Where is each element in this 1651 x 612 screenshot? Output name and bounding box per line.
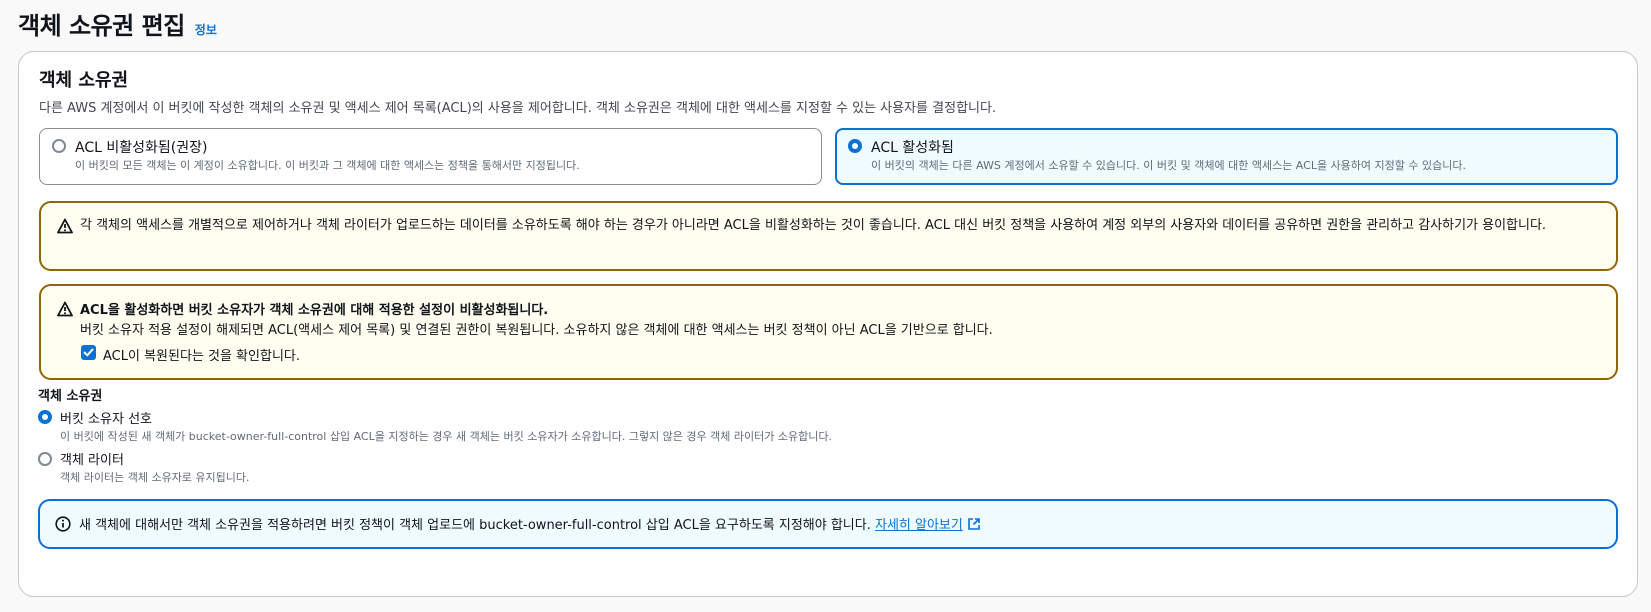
acl-restore-checkbox[interactable] (81, 345, 96, 360)
learn-more-link[interactable]: 자세히 알아보기 (875, 518, 963, 533)
option-description: 객체 라이터는 객체 소유자로 유지됩니다. (60, 471, 250, 484)
warning-body: 버킷 소유자 적용 설정이 해제되면 ACL(액세스 제어 목록) 및 연결된 … (80, 323, 993, 338)
section-title: 객체 소유권 (39, 70, 129, 91)
checkbox-label: ACL이 복원된다는 것을 확인합니다. (103, 349, 300, 364)
acl-disabled-radio[interactable] (52, 139, 66, 153)
info-link[interactable]: 정보 (195, 21, 217, 38)
acl-disabled-tile[interactable]: ACL 비활성화됨(권장) 이 버킷의 모든 객체는 이 계정이 소유합니다. … (39, 128, 822, 185)
acl-recommendation-warning: 각 객체의 액세스를 개별적으로 제어하거나 객체 라이터가 업로드하는 데이터… (39, 201, 1618, 271)
warning-icon (57, 218, 73, 234)
check-icon (83, 348, 94, 357)
tile-label: ACL 활성화됨 (871, 140, 954, 156)
external-link-icon[interactable] (967, 517, 981, 531)
warning-icon (57, 301, 73, 317)
option-label: 객체 라이터 (60, 453, 124, 468)
object-ownership-container: 객체 소유권 다른 AWS 계정에서 이 버킷에 작성한 객체의 소유권 및 액… (18, 51, 1638, 597)
object-writer-radio[interactable] (38, 452, 52, 466)
info-message: 새 객체에 대해서만 객체 소유권을 적용하려면 버킷 정책이 객체 업로드에 … (79, 518, 871, 533)
page-title: 객체 소유권 편집 (18, 12, 185, 40)
page-header: 객체 소유권 편집 정보 (18, 6, 217, 41)
info-icon (55, 516, 71, 532)
warning-text: 각 객체의 액세스를 개별적으로 제어하거나 객체 라이터가 업로드하는 데이터… (80, 218, 1547, 233)
warning-title: ACL을 활성화하면 버킷 소유자가 객체 소유권에 대해 적용한 설정이 비활… (80, 303, 549, 318)
acl-enabled-radio[interactable] (848, 139, 862, 153)
acl-enabled-tile[interactable]: ACL 활성화됨 이 버킷의 객체는 다른 AWS 계정에서 소유할 수 있습니… (835, 128, 1618, 185)
tile-description: 이 버킷의 모든 객체는 이 계정이 소유합니다. 이 버킷과 그 객체에 대한… (75, 159, 580, 172)
option-label: 버킷 소유자 선호 (60, 412, 152, 427)
ownership-label: 객체 소유권 (38, 389, 103, 404)
section-description: 다른 AWS 계정에서 이 버킷에 작성한 객체의 소유권 및 액세스 제어 목… (39, 101, 997, 116)
bucket-owner-preferred-radio[interactable] (38, 410, 52, 424)
acl-enable-warning: ACL을 활성화하면 버킷 소유자가 객체 소유권에 대해 적용한 설정이 비활… (39, 284, 1618, 380)
tile-description: 이 버킷의 객체는 다른 AWS 계정에서 소유할 수 있습니다. 이 버킷 및… (871, 159, 1466, 172)
info-text: 새 객체에 대해서만 객체 소유권을 적용하려면 버킷 정책이 객체 업로드에 … (79, 514, 981, 533)
tile-label: ACL 비활성화됨(권장) (75, 140, 208, 156)
option-description: 이 버킷에 작성된 새 객체가 bucket-owner-full-contro… (60, 430, 832, 443)
bucket-policy-info: 새 객체에 대해서만 객체 소유권을 적용하려면 버킷 정책이 객체 업로드에 … (38, 499, 1618, 549)
